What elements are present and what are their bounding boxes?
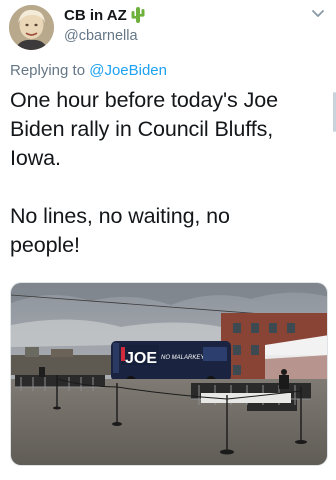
display-name[interactable]: CB in AZ [64, 7, 127, 24]
tweet-text: One hour before today's Joe Biden rally … [10, 86, 332, 260]
replying-to: Replying to @JoeBiden [10, 62, 167, 79]
tweet-header: CB in AZ @cbarnella [0, 0, 336, 56]
tweet-line: Iowa. [10, 146, 61, 170]
tweet-line: No lines, no waiting, no [10, 204, 230, 228]
avatar[interactable] [9, 5, 54, 50]
chevron-down-icon[interactable] [310, 8, 326, 20]
reply-handle-link[interactable]: @JoeBiden [89, 62, 167, 79]
tweet-line: One hour before today's Joe [10, 88, 278, 112]
avatar-photo [9, 5, 54, 50]
bus-logo-text: JOE [125, 350, 157, 367]
bus-slogan-text: NO MALARKEY! [161, 355, 206, 361]
tweet-line: Biden rally in Council Bluffs, [10, 117, 274, 141]
rally-photo: JOE NO MALARKEY! [11, 283, 327, 465]
tweet-line: people! [10, 233, 80, 257]
author-handle[interactable]: @cbarnella [64, 28, 138, 44]
tweet-photo[interactable]: JOE NO MALARKEY! [10, 282, 328, 466]
replying-to-label: Replying to [10, 62, 86, 79]
cactus-emoji-icon [131, 7, 145, 23]
